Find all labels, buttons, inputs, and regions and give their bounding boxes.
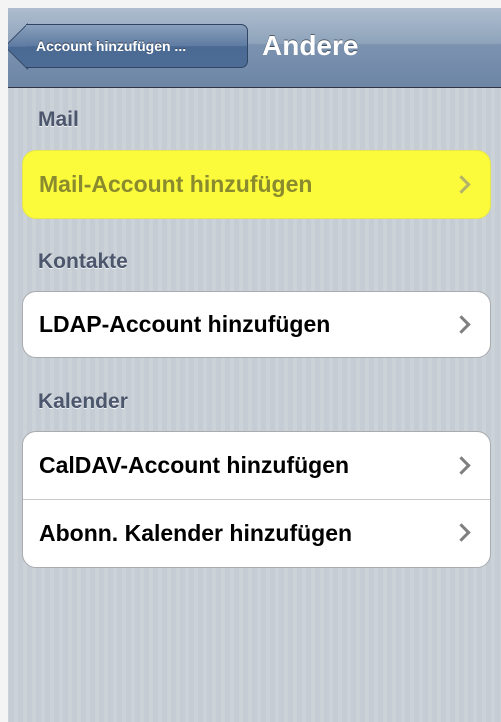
group-contacts: LDAP-Account hinzufügen <box>22 291 491 358</box>
add-ldap-account-button[interactable]: LDAP-Account hinzufügen <box>23 292 490 357</box>
section-header-calendar: Kalender <box>38 390 128 413</box>
add-mail-account-button[interactable]: Mail-Account hinzufügen <box>23 151 490 218</box>
back-button-wrapper[interactable]: Account hinzufügen ... <box>0 0 260 88</box>
navigation-bar: Account hinzufügen ... Andere <box>0 0 501 88</box>
section-header-mail: Mail <box>38 108 79 131</box>
page-title: Andere <box>262 30 359 61</box>
chevron-right-icon <box>452 314 471 334</box>
back-button[interactable]: Account hinzufügen ... <box>26 24 248 68</box>
settings-screen: Account hinzufügen ... Andere Mail Mail-… <box>0 0 501 722</box>
chevron-right-icon <box>452 174 471 194</box>
cell-label: LDAP-Account hinzufügen <box>39 311 331 337</box>
group-calendar: CalDAV-Account hinzufügen Abonn. Kalende… <box>22 431 491 568</box>
chevron-right-icon <box>452 455 471 475</box>
group-mail: Mail-Account hinzufügen <box>22 150 491 219</box>
section-header-contacts: Kontakte <box>38 250 128 273</box>
add-subscribed-calendar-button[interactable]: Abonn. Kalender hinzufügen <box>23 499 490 566</box>
chevron-right-icon <box>452 523 471 542</box>
cell-label: CalDAV-Account hinzufügen <box>39 452 350 478</box>
cell-label: Abonn. Kalender hinzufügen <box>39 519 353 546</box>
add-caldav-account-button[interactable]: CalDAV-Account hinzufügen <box>23 432 490 499</box>
cell-label: Mail-Account hinzufügen <box>39 171 313 197</box>
